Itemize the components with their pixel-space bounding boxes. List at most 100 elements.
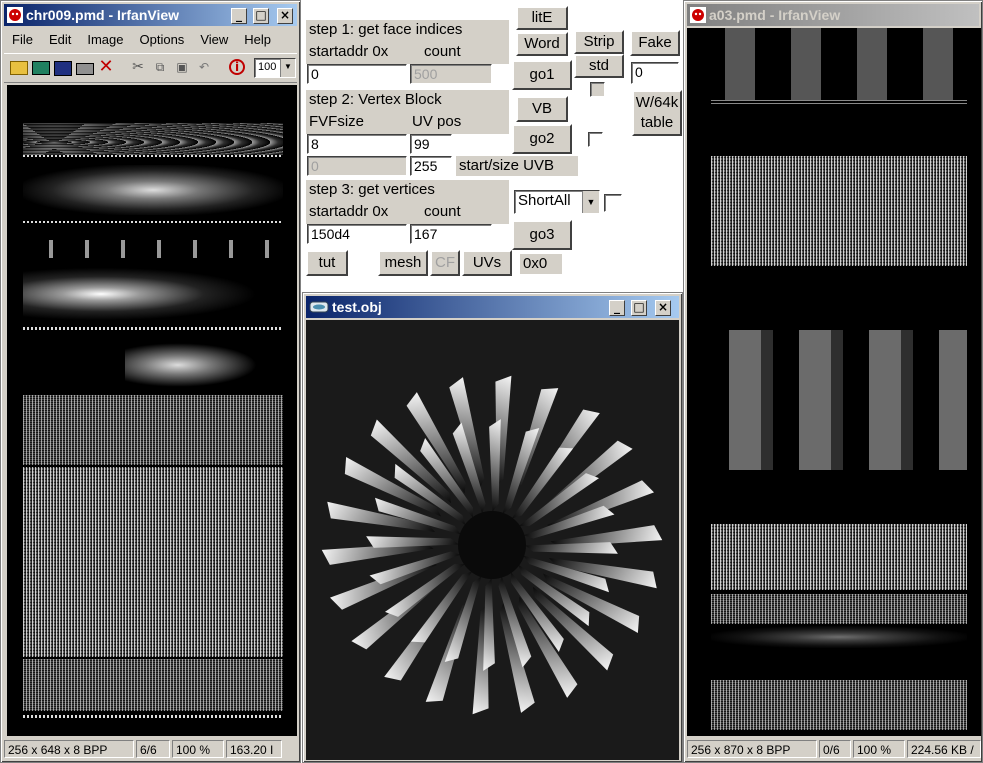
right-irfanview-window: a03.pmd - IrfanView 256 x 870 x 8 BPP 0/… [683, 0, 983, 763]
texture-glow-band [711, 626, 967, 648]
uvb-size-input[interactable]: 255 [410, 156, 452, 176]
w64k-table-button[interactable]: W/64k table [632, 90, 682, 136]
vb-button[interactable]: VB [516, 96, 568, 122]
fake-button[interactable]: Fake [630, 30, 680, 56]
menu-view[interactable]: View [192, 29, 236, 47]
w64k-label: W/64k [635, 94, 679, 111]
texture-noise-band-4 [711, 680, 967, 730]
texture-fire-band [23, 263, 283, 325]
format-checkbox[interactable] [604, 194, 622, 212]
undo-icon[interactable]: ↶ [196, 59, 212, 75]
irfanview-app-icon [7, 7, 23, 23]
uvpos-input[interactable]: 99 [410, 134, 452, 154]
texture-dotline [23, 221, 283, 223]
go2-button[interactable]: go2 [512, 124, 572, 154]
menu-image[interactable]: Image [79, 29, 131, 47]
texture-dotline [23, 715, 283, 718]
go1-button[interactable]: go1 [512, 60, 572, 90]
irfanview-app-icon [690, 7, 706, 23]
lite-button[interactable]: litE [516, 6, 568, 30]
maximize-icon[interactable]: □ [631, 300, 647, 316]
zoom-select[interactable]: 100 ▼ [254, 58, 296, 78]
texture-glow-band [23, 165, 283, 215]
uvb-start-input[interactable]: 0 [307, 156, 407, 176]
status-index: 6/6 [136, 740, 170, 758]
strip-button[interactable]: Strip [574, 30, 624, 54]
mesh-button[interactable]: mesh [378, 250, 428, 276]
step3-count-input[interactable]: 167 [410, 224, 492, 244]
format-select[interactable]: ShortAll ▼ [514, 190, 600, 214]
minimize-icon[interactable]: _ [609, 300, 625, 316]
fvfsize-input[interactable]: 8 [307, 134, 407, 154]
go2-checkbox[interactable] [588, 132, 603, 147]
close-icon[interactable]: × [277, 8, 293, 24]
step3-title: step 3: get vertices [306, 180, 509, 202]
strip-checkbox[interactable] [590, 82, 605, 97]
format-select-value: ShortAll [518, 192, 571, 209]
right-status-bar: 256 x 870 x 8 BPP 0/6 100 % 224.56 KB / [687, 738, 981, 760]
chevron-down-icon[interactable]: ▼ [582, 191, 599, 213]
texture-noise-block-2 [23, 467, 283, 657]
texture-dotline [23, 155, 283, 157]
step1-title: step 1: get face indices [306, 20, 509, 42]
minimize-icon[interactable]: _ [231, 8, 247, 24]
cut-icon[interactable]: ✂ [130, 59, 146, 75]
fvfsize-label: FVFsize [309, 113, 365, 130]
left-status-bar: 256 x 648 x 8 BPP 6/6 100 % 163.20 I [4, 738, 297, 760]
cf-button[interactable]: CF [430, 250, 460, 276]
status-dimensions: 256 x 870 x 8 BPP [687, 740, 817, 758]
delete-icon[interactable]: ✕ [98, 58, 114, 76]
status-filesize: 224.56 KB / [907, 740, 981, 758]
close-icon[interactable]: × [655, 300, 671, 316]
texture-strip-band [711, 100, 967, 104]
menu-edit[interactable]: Edit [41, 29, 79, 47]
open-folder-icon[interactable] [10, 61, 28, 75]
left-irfanview-window: chr009.pmd - IrfanView _ □ × File Edit Ima… [0, 0, 301, 763]
mesh-render [321, 375, 663, 715]
right-image-canvas[interactable] [687, 28, 981, 736]
paste-icon[interactable]: ▣ [174, 59, 190, 75]
viewer-app-icon [309, 301, 329, 313]
menu-help[interactable]: Help [236, 29, 279, 47]
uvs-button[interactable]: UVs [462, 250, 512, 276]
step3-startaddr-input[interactable]: 150d4 [307, 224, 407, 244]
menu-options[interactable]: Options [132, 29, 193, 47]
zoom-value: 100 [258, 61, 277, 73]
word-button[interactable]: Word [516, 32, 568, 56]
obj-window-title: test.obj [332, 299, 382, 315]
status-zoom: 100 % [853, 740, 905, 758]
tut-button[interactable]: tut [306, 250, 348, 276]
right-window-title: a03.pmd - IrfanView [709, 7, 841, 23]
mesh-render-view[interactable] [306, 320, 679, 760]
texture-flare-row-1 [23, 123, 283, 155]
copy-icon[interactable]: ⧉ [152, 59, 168, 75]
save-icon[interactable] [54, 61, 72, 76]
chevron-down-icon[interactable]: ▼ [280, 59, 295, 77]
fake-input[interactable]: 0 [631, 62, 679, 84]
left-image-canvas[interactable] [7, 85, 297, 736]
menu-file[interactable]: File [4, 29, 41, 47]
info-icon[interactable]: i [229, 59, 245, 75]
step1-count-input[interactable]: 500 [410, 64, 492, 84]
right-title-bar[interactable]: a03.pmd - IrfanView [687, 4, 979, 26]
step3-count-label: count [424, 203, 461, 220]
std-button[interactable]: std [574, 54, 624, 78]
print-icon[interactable] [76, 63, 94, 75]
maximize-icon[interactable]: □ [253, 8, 269, 24]
thumbnails-icon[interactable] [32, 61, 50, 75]
status-zoom: 100 % [172, 740, 224, 758]
texture-noise-block-1 [23, 395, 283, 465]
step1-startaddr-input[interactable]: 0 [307, 64, 407, 84]
step1-count-label: count [424, 43, 461, 60]
texture-noise-band-2 [711, 524, 967, 590]
texture-noise-block-3 [23, 659, 283, 711]
mesh-center [458, 511, 526, 579]
texture-dotline [23, 327, 283, 330]
left-window-title: chr009.pmd - IrfanView [26, 7, 180, 23]
step2-labels: FVFsize UV pos [306, 112, 509, 134]
go3-button[interactable]: go3 [512, 220, 572, 250]
status-dimensions: 256 x 648 x 8 BPP [4, 740, 134, 758]
texture-streak [125, 343, 257, 387]
left-toolbar: ✕ ✂ ⧉ ▣ ↶ i 100 ▼ [4, 53, 297, 83]
obj-viewer-window: test.obj _ □ × [302, 292, 683, 763]
